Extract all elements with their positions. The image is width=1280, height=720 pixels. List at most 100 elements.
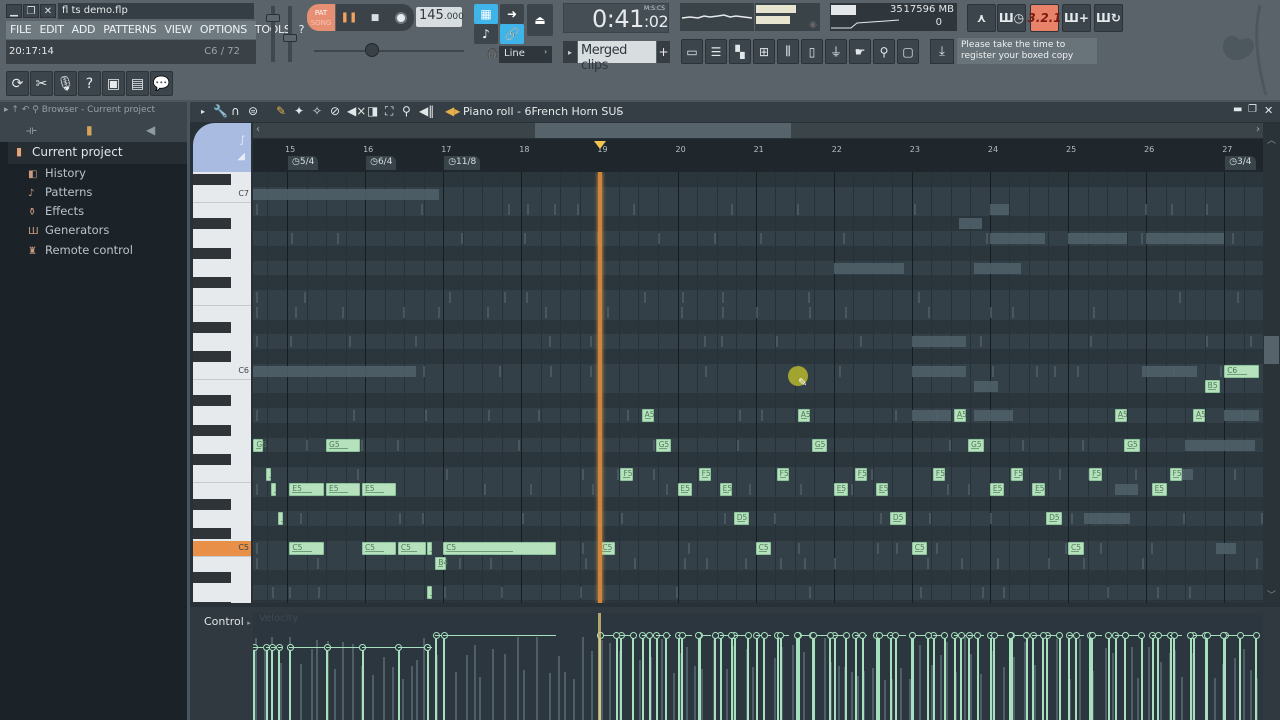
velocity-stem[interactable] [665, 636, 667, 720]
pencil-icon[interactable]: ✎ [276, 104, 286, 118]
velocity-stem[interactable] [443, 636, 446, 720]
velocity-handle[interactable] [1154, 632, 1162, 639]
black-key[interactable] [193, 174, 231, 185]
velocity-stem[interactable] [655, 636, 658, 720]
note[interactable]: E5 [289, 482, 324, 496]
velocity-handle[interactable] [678, 632, 686, 639]
velocity-stem[interactable] [911, 636, 914, 720]
note[interactable]: D5 [889, 512, 906, 526]
velocity-handle[interactable] [810, 632, 818, 639]
channel-rack-button[interactable]: ☰ [705, 39, 727, 64]
black-key[interactable] [193, 395, 231, 407]
velocity-stem[interactable] [968, 636, 971, 720]
audio-tab-icon[interactable]: ⟛ [26, 123, 37, 138]
cut-audio-button[interactable]: ✂ [30, 71, 53, 96]
chat-button[interactable]: 💬 [150, 71, 173, 96]
note[interactable]: A5 [1114, 409, 1128, 422]
master-volume-thumb[interactable] [266, 14, 280, 22]
playlist-button[interactable]: ▭ [681, 39, 703, 64]
browser-item-effects[interactable]: ⚱ Effects [28, 204, 84, 218]
velocity-stem[interactable] [397, 648, 400, 720]
record-audio-button[interactable]: 🎙 [54, 71, 77, 96]
pitch-handle[interactable] [365, 43, 379, 57]
velocity-stem[interactable] [833, 636, 836, 720]
black-key[interactable] [193, 247, 231, 259]
velocity-stem[interactable] [714, 636, 717, 720]
note[interactable]: C5 [755, 541, 772, 555]
touch-controller-button[interactable]: ⚲ [873, 39, 895, 64]
pattern-prev-button[interactable]: ▸ [563, 41, 577, 63]
velocity-handle[interactable] [957, 632, 965, 639]
velocity-stem[interactable] [1068, 636, 1070, 720]
velocity-stem[interactable] [861, 636, 864, 720]
velocity-stem[interactable] [854, 636, 857, 720]
note[interactable]: G5 [326, 438, 361, 452]
black-key[interactable] [193, 321, 231, 333]
note[interactable]: C5 [289, 541, 324, 555]
note[interactable]: G5 [1124, 438, 1140, 452]
plugin-tab-icon[interactable]: ◀ [146, 123, 155, 137]
tempo-field[interactable]: 145.000 [416, 7, 464, 27]
velocity-stem[interactable] [1255, 636, 1258, 720]
browser-search-icon[interactable]: ⚲ [32, 105, 39, 115]
black-key[interactable] [193, 572, 231, 584]
snap-menu-icon[interactable]: ⊜ [248, 104, 258, 118]
velocity-stem[interactable] [989, 636, 992, 720]
piano-roll-menu-arrow[interactable]: ▸ [201, 107, 205, 116]
black-key[interactable] [193, 498, 231, 510]
note[interactable] [426, 541, 433, 555]
window-layout-button[interactable]: ▢ [897, 39, 919, 64]
velocity-stem[interactable] [1189, 636, 1192, 720]
velocity-stem[interactable] [796, 636, 799, 720]
velocity-stem[interactable] [1206, 636, 1209, 720]
browser-item-generators[interactable]: Ш Generators [28, 223, 109, 237]
note[interactable]: E5 [875, 482, 888, 496]
chevron-right-icon[interactable]: ▸ [617, 107, 621, 116]
browser-button[interactable]: ⊞ [753, 39, 775, 64]
master-pitch-slider[interactable] [283, 6, 297, 62]
velocity-stem[interactable] [894, 636, 897, 720]
note[interactable]: E5 [326, 482, 361, 496]
note[interactable]: B5 [1204, 379, 1221, 393]
velocity-stem[interactable] [776, 636, 779, 720]
mixer-button[interactable]: ⫼ [777, 39, 799, 64]
note[interactable]: G5 [655, 438, 672, 452]
velocity-stem[interactable] [641, 636, 644, 720]
velocity-stem[interactable] [1032, 636, 1035, 720]
velocity-stem[interactable] [1114, 636, 1117, 720]
velocity-stem[interactable] [1107, 636, 1110, 720]
playhead-marker[interactable] [594, 141, 607, 149]
note[interactable]: E5 [719, 482, 732, 496]
velocity-handle[interactable] [892, 632, 900, 639]
velocity-handle[interactable] [1121, 632, 1129, 639]
velocity-stem[interactable] [278, 648, 281, 720]
metronome-button[interactable]: ⋏ [967, 4, 996, 32]
velocity-handle[interactable] [826, 632, 834, 639]
black-key[interactable] [193, 454, 231, 466]
master-pitch-knob[interactable] [310, 42, 464, 60]
link-button[interactable]: 🔗 [500, 24, 524, 44]
restore-button[interactable]: ❐ [23, 4, 39, 18]
black-key[interactable] [193, 277, 231, 289]
timeline-ruler[interactable]: 15 16 17 18 19 20 21 22 23 24 25 26 27 ◷5/4 ◷6/4 ◷11/8 ◷… [253, 139, 1263, 172]
browser-back-icon[interactable]: ↶ [22, 105, 30, 115]
project-info-button[interactable]: ▯ [801, 39, 823, 64]
velocity-stem[interactable] [889, 636, 892, 720]
note[interactable]: C5 [397, 541, 426, 555]
velocity-stem[interactable] [976, 636, 979, 720]
speaker-icon[interactable]: ◀▸ [445, 104, 460, 118]
velocity-stem[interactable] [779, 636, 782, 720]
vertical-scrollbar[interactable]: ︿ ﹀ [1263, 123, 1280, 603]
browser-item-history[interactable]: ◧ History [28, 166, 86, 180]
note[interactable]: F5 [620, 468, 633, 481]
magnet-icon[interactable]: ∩ [231, 104, 240, 118]
note[interactable]: D5 [1046, 512, 1062, 526]
record-button[interactable] [388, 4, 414, 31]
velocity-handle[interactable] [974, 632, 982, 639]
master-knob-button[interactable]: ⏏ [527, 4, 553, 36]
note[interactable]: F5 [1089, 468, 1102, 481]
time-signature-marker[interactable]: ◷5/4 [288, 156, 319, 170]
velocity-stem[interactable] [1042, 636, 1045, 720]
velocity-handle[interactable] [924, 632, 932, 639]
refresh-button[interactable]: ⟳ [6, 71, 29, 96]
